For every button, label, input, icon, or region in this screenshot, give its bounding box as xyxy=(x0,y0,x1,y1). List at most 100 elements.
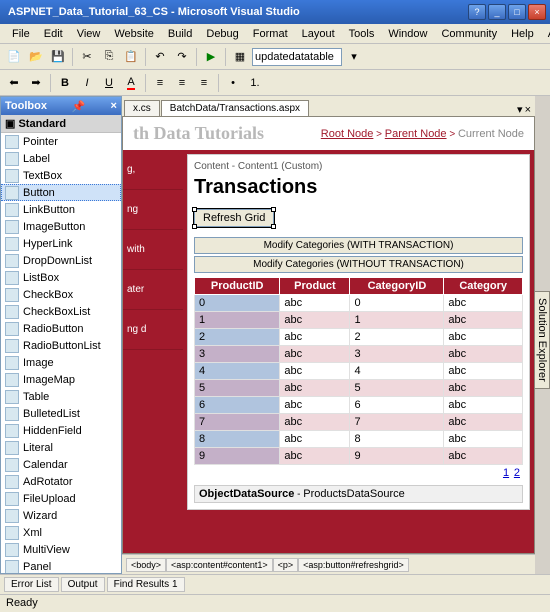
italic-icon[interactable]: I xyxy=(77,73,97,93)
menu-format[interactable]: Format xyxy=(247,26,294,42)
table-row[interactable]: 6abc6abc xyxy=(195,397,523,414)
grid-icon[interactable]: ▦ xyxy=(230,47,250,67)
toolbox-item-imagebutton[interactable]: ImageButton xyxy=(1,218,121,235)
open-icon[interactable]: 📂 xyxy=(26,47,46,67)
table-row[interactable]: 5abc5abc xyxy=(195,380,523,397)
modify-without-transaction-button[interactable]: Modify Categories (WITHOUT TRANSACTION) xyxy=(194,256,523,273)
output-tab[interactable]: Output xyxy=(61,577,105,592)
pager-1[interactable]: 1 xyxy=(503,467,509,479)
toolbox-item-hyperlink[interactable]: HyperLink xyxy=(1,235,121,252)
toolbox-item-xml[interactable]: Xml xyxy=(1,524,121,541)
table-row[interactable]: 0abc0abc xyxy=(195,295,523,312)
toolbox-close-icon[interactable]: × xyxy=(111,100,117,112)
toolbox-item-radiobutton[interactable]: RadioButton xyxy=(1,320,121,337)
toolbox-category[interactable]: ▣ Standard xyxy=(1,115,121,133)
maximize-button[interactable]: □ xyxy=(508,4,526,20)
run-icon[interactable]: ▶ xyxy=(201,47,221,67)
toolbox-item-multiview[interactable]: MultiView xyxy=(1,541,121,558)
toolbox-item-checkboxlist[interactable]: CheckBoxList xyxy=(1,303,121,320)
sidenav-item[interactable]: g, xyxy=(123,150,183,190)
toolbox-item-panel[interactable]: Panel xyxy=(1,558,121,573)
menu-debug[interactable]: Debug xyxy=(200,26,244,42)
list-num-icon[interactable]: 1. xyxy=(245,73,265,93)
tab-inactive[interactable]: x.cs xyxy=(124,100,160,116)
table-row[interactable]: 3abc3abc xyxy=(195,346,523,363)
pager-2[interactable]: 2 xyxy=(514,467,520,479)
fontcolor-icon[interactable]: A xyxy=(121,73,141,93)
menu-window[interactable]: Window xyxy=(382,26,433,42)
bold-icon[interactable]: B xyxy=(55,73,75,93)
nav-fwd-icon[interactable]: ➡ xyxy=(26,73,46,93)
sidenav-item[interactable]: ng xyxy=(123,190,183,230)
table-row[interactable]: 8abc8abc xyxy=(195,431,523,448)
align-left-icon[interactable]: ≡ xyxy=(150,73,170,93)
modify-with-transaction-button[interactable]: Modify Categories (WITH TRANSACTION) xyxy=(194,237,523,254)
close-button[interactable]: × xyxy=(528,4,546,20)
toolbox-item-adrotator[interactable]: AdRotator xyxy=(1,473,121,490)
dropdown-icon[interactable]: ▾ xyxy=(344,47,364,67)
menu-layout[interactable]: Layout xyxy=(296,26,341,42)
table-row[interactable]: 9abc9abc xyxy=(195,448,523,465)
save-icon[interactable]: 💾 xyxy=(48,47,68,67)
redo-icon[interactable]: ↷ xyxy=(172,47,192,67)
toolbox-item-dropdownlist[interactable]: DropDownList xyxy=(1,252,121,269)
menu-view[interactable]: View xyxy=(71,26,107,42)
solution-explorer-tab[interactable]: Solution Explorer xyxy=(534,291,550,389)
toolbox-item-imagemap[interactable]: ImageMap xyxy=(1,371,121,388)
tab-close-icon[interactable]: × xyxy=(525,104,531,116)
menu-file[interactable]: File xyxy=(6,26,36,42)
table-row[interactable]: 1abc1abc xyxy=(195,312,523,329)
toolbox-item-image[interactable]: Image xyxy=(1,354,121,371)
paste-icon[interactable]: 📋 xyxy=(121,47,141,67)
toolbox-item-radiobuttonlist[interactable]: RadioButtonList xyxy=(1,337,121,354)
menu-help[interactable]: Help xyxy=(505,26,540,42)
cut-icon[interactable]: ✂ xyxy=(77,47,97,67)
sidenav-item[interactable]: ater xyxy=(123,270,183,310)
toolbox-item-checkbox[interactable]: CheckBox xyxy=(1,286,121,303)
grid-header[interactable]: CategoryID xyxy=(350,278,444,295)
products-gridview[interactable]: ProductIDProductCategoryIDCategory 0abc0… xyxy=(194,277,523,465)
sidenav-item[interactable]: with xyxy=(123,230,183,270)
menu-build[interactable]: Build xyxy=(162,26,198,42)
menu-addins[interactable]: Addins xyxy=(542,26,550,42)
toolbox-item-fileupload[interactable]: FileUpload xyxy=(1,490,121,507)
nav-back-icon[interactable]: ⬅ xyxy=(4,73,24,93)
toolbox-item-button[interactable]: Button xyxy=(1,184,121,201)
error-list-tab[interactable]: Error List xyxy=(4,577,59,592)
toolbox-item-wizard[interactable]: Wizard xyxy=(1,507,121,524)
align-right-icon[interactable]: ≡ xyxy=(194,73,214,93)
table-row[interactable]: 7abc7abc xyxy=(195,414,523,431)
toolbox-item-calendar[interactable]: Calendar xyxy=(1,456,121,473)
grid-header[interactable]: ProductID xyxy=(195,278,280,295)
undo-icon[interactable]: ↶ xyxy=(150,47,170,67)
menu-tools[interactable]: Tools xyxy=(343,26,381,42)
breadcrumb-parent[interactable]: Parent Node xyxy=(385,128,447,140)
refresh-grid-button[interactable]: Refresh Grid xyxy=(194,209,274,227)
tab-dropdown-icon[interactable]: ▾ xyxy=(517,103,523,116)
help-button[interactable]: ? xyxy=(468,4,486,20)
find-results-tab[interactable]: Find Results 1 xyxy=(107,577,185,592)
objectdatasource[interactable]: ObjectDataSource - ProductsDataSource xyxy=(194,485,523,503)
menu-edit[interactable]: Edit xyxy=(38,26,69,42)
toolbox-item-table[interactable]: Table xyxy=(1,388,121,405)
align-center-icon[interactable]: ≡ xyxy=(172,73,192,93)
minimize-button[interactable]: _ xyxy=(488,4,506,20)
grid-header[interactable]: Product xyxy=(280,278,350,295)
table-row[interactable]: 2abc2abc xyxy=(195,329,523,346)
new-icon[interactable]: 📄 xyxy=(4,47,24,67)
tab-active[interactable]: BatchData/Transactions.aspx xyxy=(161,100,309,116)
toolbox-item-listbox[interactable]: ListBox xyxy=(1,269,121,286)
combo-input[interactable] xyxy=(252,48,342,66)
copy-icon[interactable]: ⎘ xyxy=(99,47,119,67)
toolbox-item-pointer[interactable]: Pointer xyxy=(1,133,121,150)
list-bullet-icon[interactable]: • xyxy=(223,73,243,93)
menu-website[interactable]: Website xyxy=(108,26,160,42)
design-surface[interactable]: th Data Tutorials Root Node > Parent Nod… xyxy=(122,116,535,554)
toolbox-item-label[interactable]: Label xyxy=(1,150,121,167)
menu-community[interactable]: Community xyxy=(435,26,503,42)
breadcrumb-root[interactable]: Root Node xyxy=(321,128,374,140)
underline-icon[interactable]: U xyxy=(99,73,119,93)
toolbox-item-bulletedlist[interactable]: BulletedList xyxy=(1,405,121,422)
table-row[interactable]: 4abc4abc xyxy=(195,363,523,380)
toolbox-item-hiddenfield[interactable]: HiddenField xyxy=(1,422,121,439)
